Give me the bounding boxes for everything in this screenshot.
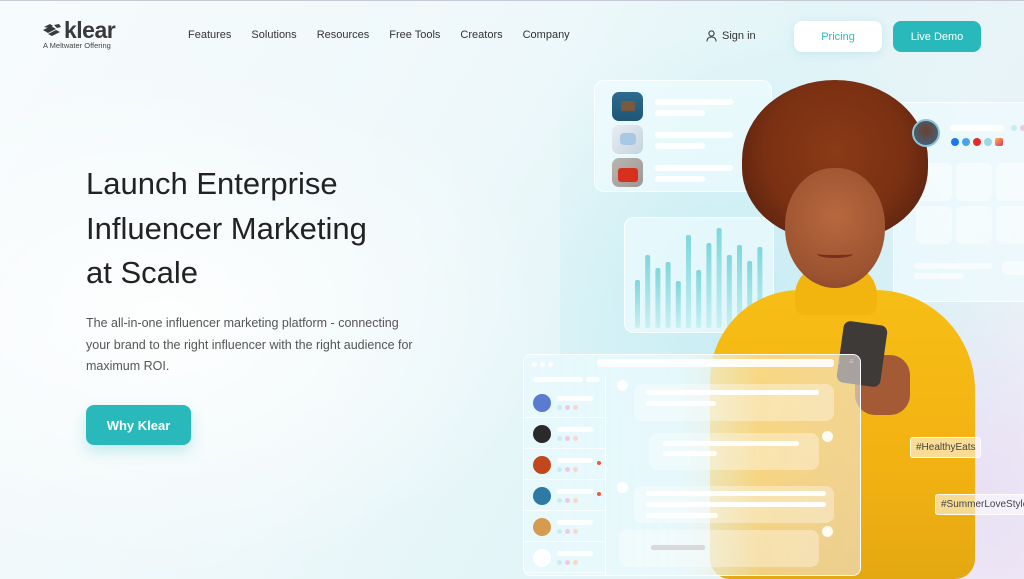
hero-description: The all-in-one influencer marketing plat… [86,316,413,373]
product-thumbnail-red-bag [612,158,643,187]
live-demo-button[interactable]: Live Demo [893,21,981,52]
hashtag-summer-love-style: #SummerLoveStyle [935,494,1024,515]
chart-bar [645,255,651,328]
chat-app-window: ↓ ≡ [523,354,861,576]
contact-avatar [533,394,551,412]
contact-avatar [533,549,551,567]
contact-avatar [533,487,551,505]
contact-avatar [533,456,551,474]
chat-message [634,486,834,523]
chat-contact-row[interactable] [524,542,606,573]
chat-contact-row[interactable] [524,418,606,449]
tiktok-icon [984,138,992,146]
chart-bar [665,262,671,328]
chat-contact-row[interactable] [524,449,606,480]
contact-avatar [533,518,551,536]
download-icon: ↓ [837,357,841,366]
chat-message [649,433,819,470]
logo-tagline: A Meltwater Offering [43,41,111,50]
nav-item-solutions[interactable]: Solutions [251,29,296,41]
main-nav: Features Solutions Resources Free Tools … [188,29,590,41]
instagram-icon [995,138,1003,146]
address-bar [597,359,834,367]
hero-title-line: at Scale [86,255,199,290]
chart-bar [686,235,691,328]
chart-bar [675,281,681,328]
logo-wordmark: klear [64,17,116,43]
chart-bar [655,268,661,328]
chat-message-draft [619,530,819,567]
nav-item-features[interactable]: Features [188,29,231,41]
chat-contact-row[interactable] [524,387,606,418]
klear-logo[interactable]: klear A Meltwater Offering [42,17,142,52]
chat-contact-list [524,375,606,575]
unread-indicator [597,461,601,465]
klear-heart-logo-icon [43,24,61,36]
nav-item-company[interactable]: Company [523,29,570,41]
hero-title: Launch Enterprise Influencer Marketing a… [86,162,446,296]
product-thumbnail-briefcase [612,92,643,121]
pricing-button[interactable]: Pricing [794,21,882,52]
chat-contact-row[interactable] [524,511,606,542]
contact-avatar [533,425,551,443]
product-thumbnail-blue-bag [612,125,643,154]
menu-icon: ≡ [849,357,854,366]
browser-top-border [0,0,1024,1]
nav-item-creators[interactable]: Creators [460,29,502,41]
chat-contact-row[interactable] [524,480,606,511]
chart-bar [635,280,640,328]
sign-in-link[interactable]: Sign in [706,30,756,42]
influencer-avatar [912,119,940,147]
hashtag-healthy-eats: #HealthyEats [910,437,982,458]
nav-item-free-tools[interactable]: Free Tools [389,29,440,41]
why-klear-button[interactable]: Why Klear [86,405,191,445]
hero-title-line: Influencer Marketing [86,210,367,246]
user-icon [706,30,717,42]
unread-indicator [597,492,601,496]
hero-title-line: Launch Enterprise [86,166,338,201]
sign-in-label: Sign in [722,30,756,42]
nav-item-resources[interactable]: Resources [317,29,370,41]
chat-message [634,384,834,421]
